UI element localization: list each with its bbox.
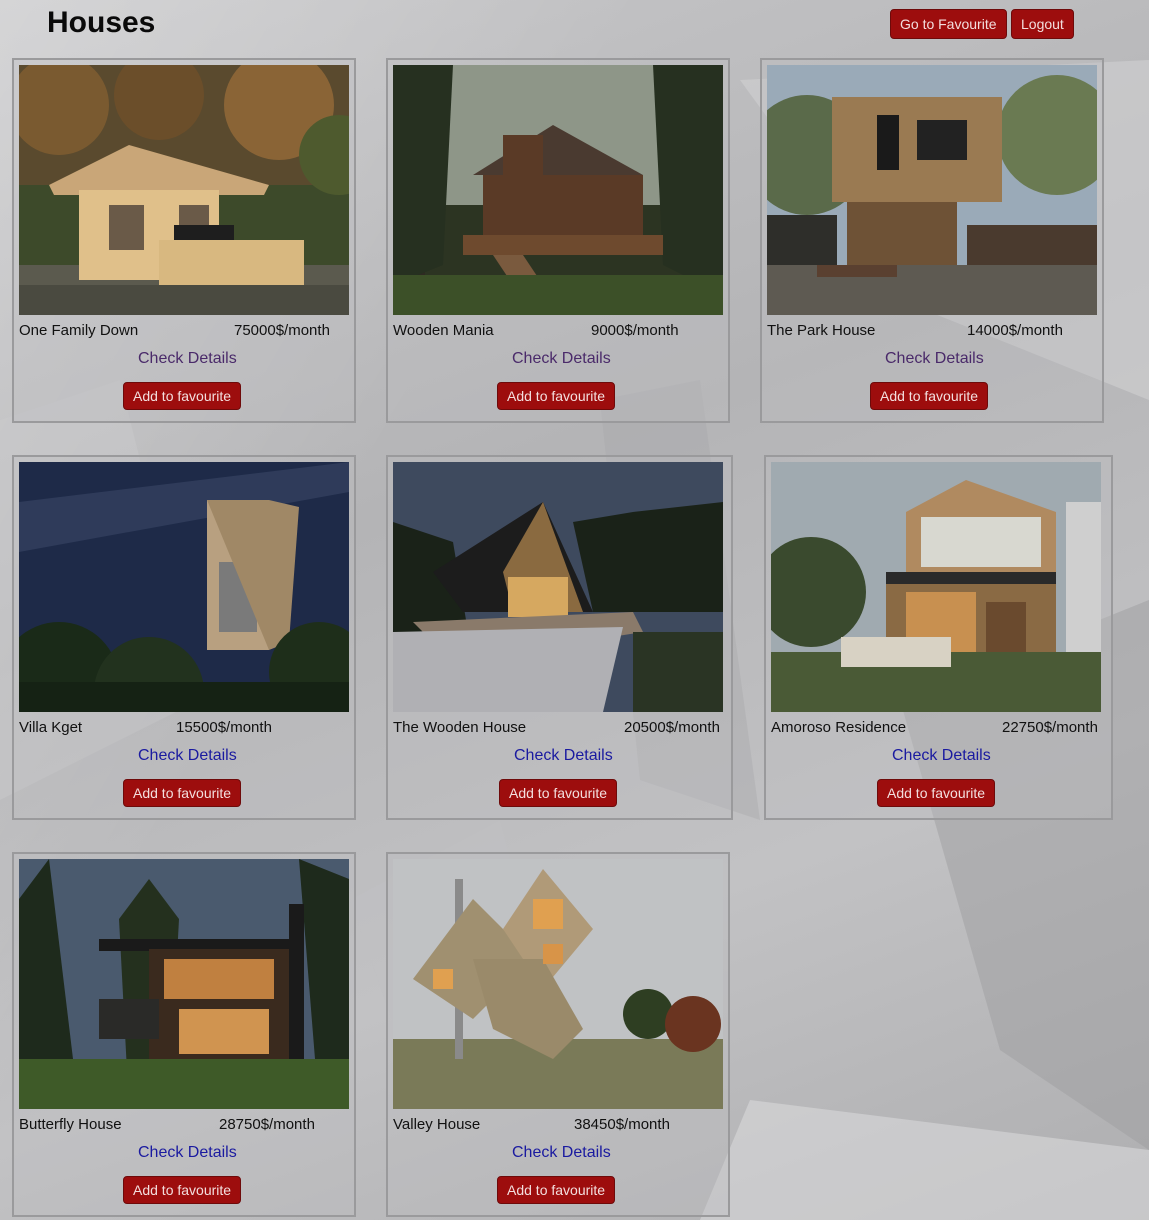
house-name: Amoroso Residence [771,719,907,736]
check-details-link[interactable]: Check Details [892,747,991,765]
house-name: Wooden Mania [393,322,494,339]
check-details-link[interactable]: Check Details [138,747,237,765]
house-name: Villa Kget [19,719,83,736]
add-to-favourite-button[interactable]: Add to favourite [123,1176,242,1204]
page-title: Houses [47,6,156,39]
house-price: 20500$/month [624,719,720,736]
house-price: 9000$/month [591,322,679,339]
house-price: 75000$/month [234,322,330,339]
house-photo[interactable] [19,462,349,712]
house-price: 28750$/month [219,1116,315,1133]
house-card: One Family Down 75000$/month Check Detai… [12,58,356,423]
house-photo[interactable] [19,859,349,1109]
house-photo[interactable] [393,462,723,712]
house-photo[interactable] [393,65,723,315]
check-details-link[interactable]: Check Details [138,1144,237,1162]
house-card: The Park House 14000$/month Check Detail… [760,58,1104,423]
house-name: The Park House [767,322,876,339]
house-price: 15500$/month [176,719,272,736]
house-photo[interactable] [393,859,723,1109]
check-details-link[interactable]: Check Details [885,350,984,368]
house-name: Butterfly House [19,1116,122,1133]
house-price: 22750$/month [1002,719,1098,736]
house-photo[interactable] [19,65,349,315]
check-details-link[interactable]: Check Details [512,1144,611,1162]
add-to-favourite-button[interactable]: Add to favourite [499,779,618,807]
house-card: The Wooden House 20500$/month Check Deta… [386,455,733,820]
house-name: One Family Down [19,322,139,339]
add-to-favourite-button[interactable]: Add to favourite [123,382,242,410]
house-card: Valley House 38450$/month Check Details … [386,852,730,1217]
house-price: 38450$/month [574,1116,670,1133]
add-to-favourite-button[interactable]: Add to favourite [870,382,989,410]
add-to-favourite-button[interactable]: Add to favourite [123,779,242,807]
house-price: 14000$/month [967,322,1063,339]
add-to-favourite-button[interactable]: Add to favourite [877,779,996,807]
add-to-favourite-button[interactable]: Add to favourite [497,1176,616,1204]
house-card: Wooden Mania 9000$/month Check Details A… [386,58,730,423]
go-to-favourite-button[interactable]: Go to Favourite [890,9,1007,39]
check-details-link[interactable]: Check Details [514,747,613,765]
house-name: Valley House [393,1116,481,1133]
logout-button[interactable]: Logout [1011,9,1074,39]
house-photo[interactable] [767,65,1097,315]
house-card: Butterfly House 28750$/month Check Detai… [12,852,356,1217]
house-photo[interactable] [771,462,1101,712]
house-name: The Wooden House [393,719,527,736]
check-details-link[interactable]: Check Details [512,350,611,368]
add-to-favourite-button[interactable]: Add to favourite [497,382,616,410]
house-card: Villa Kget 15500$/month Check Details Ad… [12,455,356,820]
house-card: Amoroso Residence 22750$/month Check Det… [764,455,1113,820]
check-details-link[interactable]: Check Details [138,350,237,368]
